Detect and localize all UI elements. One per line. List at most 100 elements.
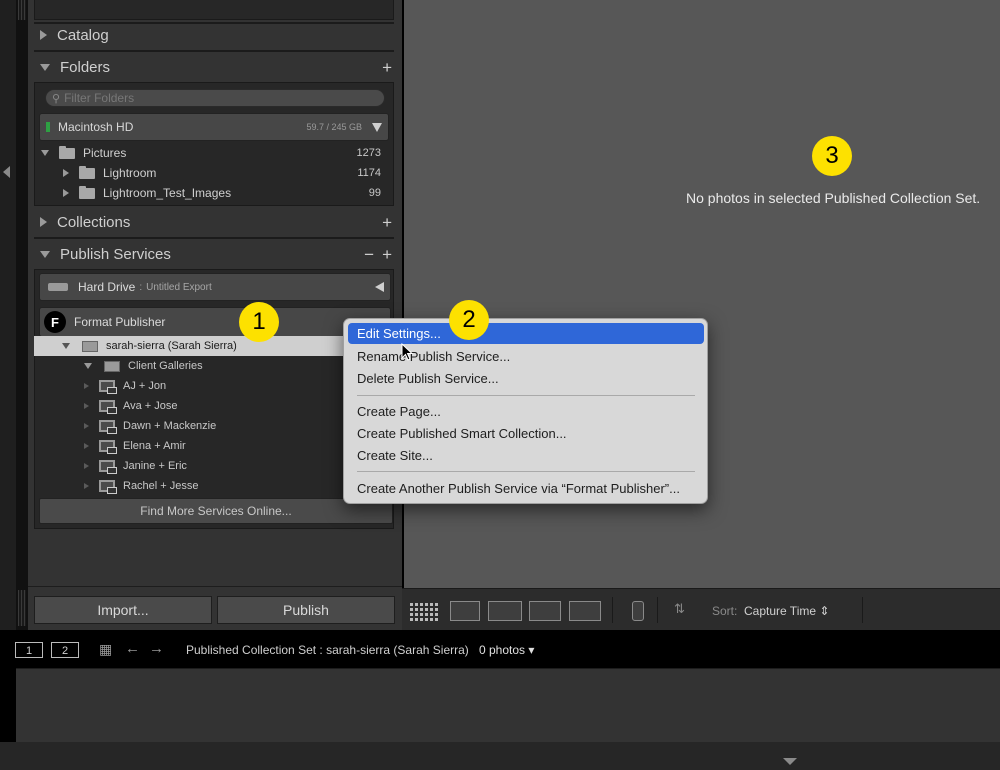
library-toolbar: ⇅ Sort: Capture Time ⇕ (402, 588, 1000, 630)
collapse-left-arrow-icon[interactable] (3, 166, 10, 178)
expand-triangle-icon[interactable] (84, 443, 89, 449)
filmstrip-header: 1 2 ▦ ← → Published Collection Set : sar… (0, 630, 1000, 668)
add-folder-plus-icon[interactable]: + (382, 58, 392, 78)
left-panel-scrollbar[interactable] (16, 0, 28, 630)
compare-view-icon[interactable] (488, 601, 522, 621)
folder-icon (79, 165, 95, 179)
folder-icon (59, 145, 75, 159)
expand-triangle-icon[interactable] (84, 423, 89, 429)
folders-panel-header[interactable]: Folders + (28, 52, 402, 82)
expand-triangle-icon[interactable] (84, 403, 89, 409)
grid-view-icon[interactable] (410, 601, 440, 621)
folder-count: 99 (368, 187, 381, 199)
collapse-triangle-icon[interactable] (40, 63, 50, 71)
expand-triangle-icon[interactable] (63, 169, 69, 177)
expand-triangle-icon[interactable] (40, 30, 47, 40)
menu-create-another-publish-service[interactable]: Create Another Publish Service via “Form… (348, 478, 704, 499)
expand-triangle-icon[interactable] (84, 483, 89, 489)
find-more-services-button[interactable]: Find More Services Online... (39, 498, 393, 524)
folder-icon (79, 185, 95, 199)
collections-panel-header[interactable]: Collections + (28, 207, 402, 237)
volume-macintosh-hd[interactable]: Macintosh HD 59.7 / 245 GB (39, 113, 389, 141)
add-collection-plus-icon[interactable]: + (382, 213, 392, 233)
import-button[interactable]: Import... (34, 596, 212, 624)
published-collection-row[interactable]: Dawn + Mackenzie (28, 416, 384, 436)
menu-create-site[interactable]: Create Site... (348, 445, 704, 466)
service-separator: : (139, 281, 143, 293)
published-collection-icon (99, 480, 117, 494)
sort-direction-icon[interactable]: ⇅ (674, 601, 702, 621)
screen-2-button[interactable]: 2 (51, 642, 79, 658)
menu-delete-publish-service[interactable]: Delete Publish Service... (348, 368, 704, 389)
account-row-selected[interactable]: sarah-sierra (Sarah Sierra) (34, 336, 394, 356)
left-panel-collapse-strip[interactable] (0, 0, 16, 630)
service-name: Hard Drive (78, 280, 136, 294)
collapse-triangle-icon[interactable] (40, 250, 50, 258)
catalog-panel-header[interactable]: Catalog (28, 20, 402, 50)
collections-title: Collections (57, 213, 131, 231)
published-collection-icon (99, 460, 117, 474)
sort-select[interactable]: Capture Time ⇕ (744, 604, 829, 618)
collapse-triangle-icon[interactable] (41, 150, 49, 156)
folder-lightroom[interactable]: Lightroom 1174 (35, 163, 391, 183)
menu-edit-settings[interactable]: Edit Settings... (348, 323, 704, 344)
menu-separator (357, 395, 695, 396)
source-path: Published Collection Set : sarah-sierra … (186, 643, 469, 657)
filter-folders-input[interactable] (64, 91, 365, 105)
folder-name: Lightroom (103, 166, 157, 180)
published-collection-icon (99, 400, 117, 414)
publish-services-panel-header[interactable]: Publish Services − + (28, 239, 402, 269)
publish-account-icon (82, 340, 98, 352)
published-collection-row[interactable]: Ava + Jose (28, 396, 384, 416)
expand-triangle-icon[interactable] (84, 383, 89, 389)
filter-folders-field[interactable]: ⚲ (45, 89, 385, 107)
menu-create-page[interactable]: Create Page... (348, 401, 704, 422)
scroll-grip-bottom[interactable] (18, 590, 26, 626)
annotation-badge-1: 1 (239, 302, 279, 342)
bottom-panel-strip[interactable] (0, 742, 1000, 770)
forward-arrow-icon[interactable]: → (149, 640, 164, 657)
disk-status-led (46, 122, 50, 132)
collection-set-icon (104, 360, 120, 372)
service-disclosure-caret-icon[interactable] (375, 282, 384, 292)
add-service-plus-icon[interactable]: + (382, 245, 392, 265)
folder-pictures[interactable]: Pictures 1273 (35, 143, 391, 163)
loupe-view-icon[interactable] (450, 601, 480, 621)
service-hard-drive[interactable]: Hard Drive : Untitled Export (39, 273, 391, 301)
folders-title: Folders (60, 58, 111, 76)
remove-service-minus-icon[interactable]: − (364, 245, 374, 265)
spray-can-icon[interactable] (632, 601, 644, 621)
published-collection-row[interactable]: Rachel + Jesse (28, 476, 384, 496)
people-view-icon[interactable] (569, 601, 601, 621)
collapse-bottom-arrow-icon[interactable] (783, 758, 797, 765)
search-icon: ⚲ (52, 92, 61, 105)
published-collection-row[interactable]: Elena + Amir (28, 436, 384, 456)
expand-triangle-icon[interactable] (63, 189, 69, 197)
screen-1-button[interactable]: 1 (15, 642, 43, 658)
folder-name: Lightroom_Test_Images (103, 186, 232, 200)
collapse-triangle-icon[interactable] (62, 343, 70, 349)
published-collection-row[interactable]: AJ + Jon (28, 376, 384, 396)
menu-create-published-smart-collection[interactable]: Create Published Smart Collection... (348, 423, 704, 444)
published-collection-row[interactable]: Janine + Eric (28, 456, 384, 476)
collection-name: Janine + Eric (123, 460, 187, 472)
collapse-triangle-icon[interactable] (84, 363, 92, 369)
folder-lightroom-test-images[interactable]: Lightroom_Test_Images 99 (35, 183, 391, 203)
expand-triangle-icon[interactable] (84, 463, 89, 469)
grid-icon[interactable]: ▦ (99, 641, 112, 658)
filmstrip[interactable] (16, 668, 1000, 742)
folders-box: ⚲ Macintosh HD 59.7 / 245 GB Pictures 12… (34, 82, 394, 206)
collection-set-row[interactable]: Client Galleries (28, 356, 384, 376)
photo-count-dropdown[interactable]: 0 photos ▾ (479, 643, 534, 657)
volume-menu-caret-icon[interactable] (372, 123, 382, 132)
publish-button[interactable]: Publish (217, 596, 395, 624)
service-format-publisher[interactable]: F Format Publisher (39, 307, 391, 337)
expand-triangle-icon[interactable] (40, 217, 47, 227)
collection-name: Dawn + Mackenzie (123, 420, 217, 432)
published-collection-icon (99, 380, 117, 394)
survey-view-icon[interactable] (529, 601, 561, 621)
scroll-grip-top[interactable] (18, 0, 26, 20)
mouse-pointer-icon (401, 343, 413, 361)
collection-name: Ava + Jose (123, 400, 178, 412)
back-arrow-icon[interactable]: ← (125, 640, 140, 657)
